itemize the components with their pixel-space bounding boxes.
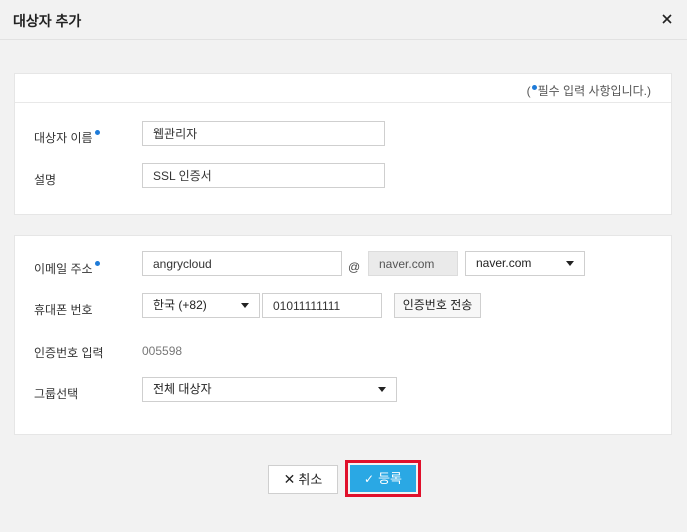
check-icon: ✓ xyxy=(364,472,375,486)
chevron-down-icon xyxy=(241,303,249,308)
group-label: 그룹선택 xyxy=(34,387,79,401)
required-note: (필수 입력 사항입니다.) xyxy=(526,84,651,98)
email-label: 이메일 주소 xyxy=(34,260,100,277)
divider xyxy=(15,102,671,103)
group-select[interactable]: 전체 대상자 xyxy=(142,377,397,402)
name-input[interactable] xyxy=(142,121,385,146)
email-domain-select-value: naver.com xyxy=(476,256,532,270)
phone-label: 휴대폰 번호 xyxy=(34,303,93,317)
country-code-select-value: 한국 (+82) xyxy=(153,298,207,312)
email-local-input[interactable] xyxy=(142,251,342,276)
group-select-value: 전체 대상자 xyxy=(153,382,212,396)
submit-button[interactable]: ✓ 등록 xyxy=(350,465,416,492)
required-dot-icon xyxy=(94,130,100,135)
basic-info-panel: (필수 입력 사항입니다.) 대상자 이름 설명 xyxy=(14,73,672,215)
email-at-sign: @ xyxy=(348,260,361,274)
phone-number-input[interactable] xyxy=(262,293,382,318)
cancel-label: 취소 xyxy=(298,472,323,487)
description-input[interactable] xyxy=(142,163,385,188)
close-icon: ✕ xyxy=(283,471,296,487)
chevron-down-icon xyxy=(566,261,574,266)
verification-code-value: 005598 xyxy=(142,344,183,358)
description-label: 설명 xyxy=(34,173,57,187)
close-button[interactable] xyxy=(657,9,677,29)
email-domain-select[interactable]: naver.com xyxy=(465,251,585,276)
name-label: 대상자 이름 xyxy=(34,129,100,146)
send-code-button[interactable]: 인증번호 전송 xyxy=(394,293,481,318)
email-domain-input[interactable] xyxy=(368,251,458,276)
verification-code-label: 인증번호 입력 xyxy=(34,346,104,360)
country-code-select[interactable]: 한국 (+82) xyxy=(142,293,260,318)
contact-info-panel: 이메일 주소 @ naver.com 휴대폰 번호 한국 (+82) 인증번호 … xyxy=(14,235,672,435)
required-dot-icon xyxy=(531,85,537,90)
close-icon xyxy=(662,14,672,24)
submit-label: 등록 xyxy=(378,471,402,486)
dialog-title: 대상자 추가 xyxy=(13,13,82,29)
chevron-down-icon xyxy=(378,387,386,392)
dialog-header: 대상자 추가 xyxy=(0,0,687,40)
cancel-button[interactable]: ✕ 취소 xyxy=(268,465,338,494)
required-dot-icon xyxy=(94,261,100,266)
